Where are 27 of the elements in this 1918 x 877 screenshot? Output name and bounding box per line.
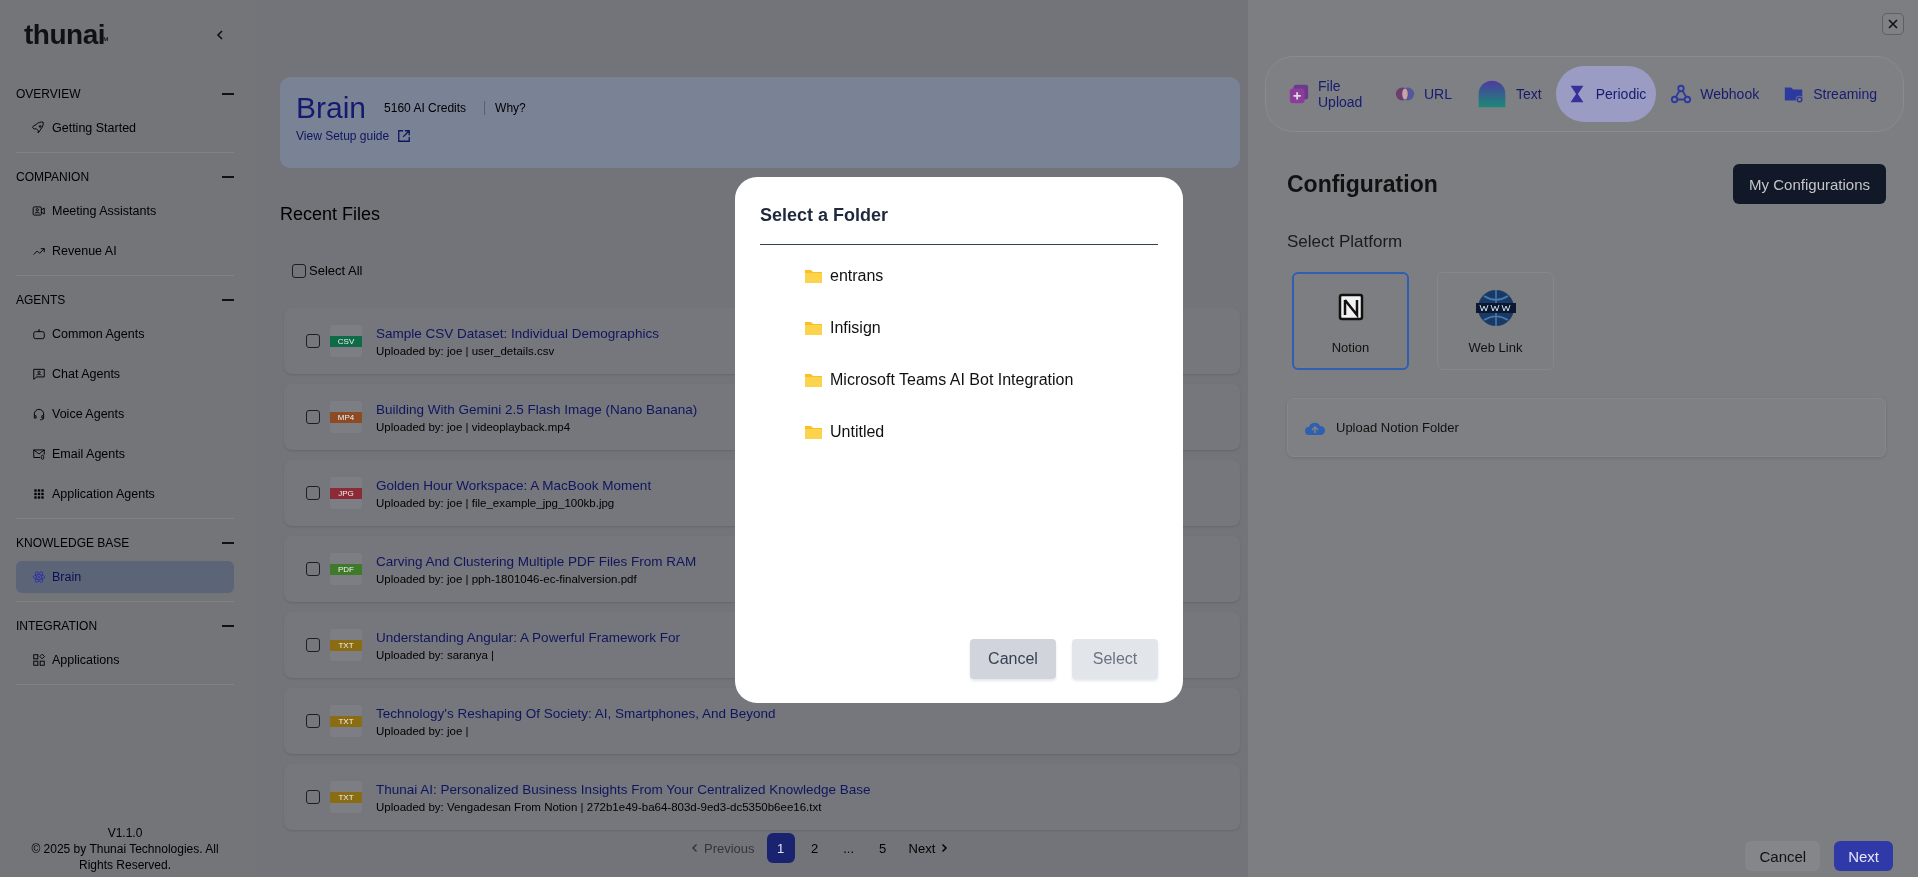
file-icon: MP4 xyxy=(330,401,362,433)
file-icon: JPG xyxy=(330,477,362,509)
file-meta: Uploaded by: Vengadesan From Notion | 272b1e49-ba64-803d-9ed3-dc5350b6ee16.txt xyxy=(376,800,823,813)
copyright: © 2025 by Thunai Technologies. All Rights Reserved. xyxy=(30,841,220,873)
panel-title: Configuration xyxy=(1287,170,1438,198)
file-meta: Uploaded by: joe | xyxy=(376,724,470,737)
page-title: Brain xyxy=(296,91,367,125)
file-meta: Uploaded by: saranya | xyxy=(376,648,496,661)
file-icon: TXT xyxy=(330,705,362,737)
section-title: Select Platform xyxy=(1287,232,1404,252)
section-title: KNOWLEDGE BASE xyxy=(16,536,130,550)
file-meta: Uploaded by: joe | pph-1801046-ec-finalversion.pdf xyxy=(376,572,638,585)
section-title: INTEGRATION xyxy=(16,619,98,633)
section-title: Recent Files xyxy=(280,204,381,225)
version: V1.1.0 xyxy=(106,825,144,841)
credits: 5160 AI Credits xyxy=(384,101,467,115)
section-title: AGENTS xyxy=(16,293,66,307)
section-title: OVERVIEW xyxy=(16,87,81,101)
section-title: COMPANION xyxy=(16,170,90,184)
file-meta: Uploaded by: joe | videoplayback.mp4 xyxy=(376,420,572,433)
file-icon: TXT xyxy=(330,629,362,661)
file-meta: Uploaded by: joe | user_details.csv xyxy=(376,344,556,357)
file-icon: CSV xyxy=(330,325,362,357)
file-icon: TXT xyxy=(330,781,362,813)
file-icon: PDF xyxy=(330,553,362,585)
dialog-title: Select a Folder xyxy=(760,205,1158,245)
file-meta: Uploaded by: joe | file_example_jpg_100kb.jpg xyxy=(376,496,616,509)
